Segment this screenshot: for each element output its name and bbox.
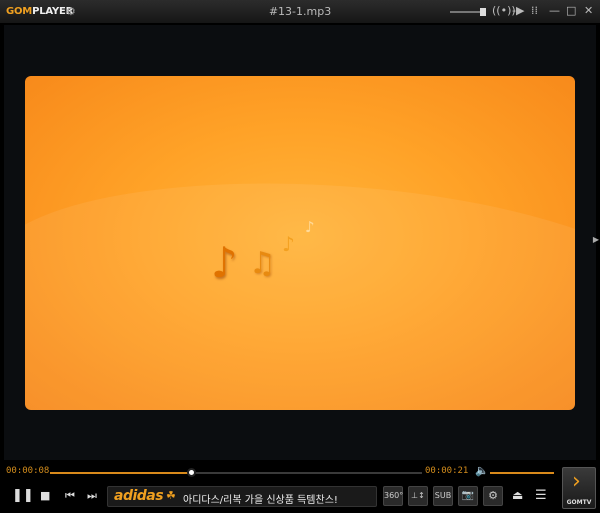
ad-banner[interactable]: adidas ☘ 아디다스/리복 가을 신상품 득템찬스!	[107, 486, 377, 507]
music-note-icon: ♪	[211, 238, 238, 287]
ad-brand: adidas	[114, 488, 164, 504]
previous-button[interactable]: ⏮	[65, 489, 75, 503]
minimize-icon[interactable]: —	[549, 4, 560, 17]
side-panel-toggle-icon[interactable]: ▶	[593, 235, 599, 244]
menu-button[interactable]: ☰	[535, 488, 547, 503]
view-360-button[interactable]: 360°	[383, 486, 403, 506]
gomtv-button[interactable]: › GOMTV	[562, 467, 596, 509]
total-time: 00:00:21	[425, 466, 469, 476]
volume-slider[interactable]	[490, 472, 554, 474]
close-icon[interactable]: ✕	[584, 4, 593, 17]
music-notes-icon: ♫	[249, 246, 276, 281]
music-note-icon: ♪	[282, 232, 295, 256]
stop-button[interactable]: ■	[40, 489, 50, 502]
equalizer-button[interactable]: ⊥↕	[408, 486, 428, 506]
current-time: 00:00:08	[6, 466, 50, 476]
playlist-icon[interactable]: ⁞⁞	[531, 4, 538, 17]
pause-button[interactable]: ❚❚	[12, 488, 34, 503]
gomtv-label: GOMTV	[566, 499, 592, 506]
volume-level	[490, 472, 554, 474]
subtitle-button[interactable]: SUB	[433, 486, 453, 506]
volume-icon[interactable]: 🔈	[475, 464, 489, 477]
seek-bar-row: 00:00:08 00:00:21 🔈	[0, 462, 560, 482]
next-button[interactable]: ⏭	[87, 489, 97, 503]
seek-track[interactable]	[50, 472, 422, 474]
maximize-icon[interactable]: □	[566, 4, 576, 17]
capture-button[interactable]: 📷	[458, 486, 478, 506]
effects-button[interactable]: ⚙	[483, 486, 503, 506]
mini-volume-knob[interactable]	[480, 8, 486, 16]
control-bar: ❚❚ ■ ⏮ ⏭ adidas ☘ 아디다스/리복 가을 신상품 득템찬스! 3…	[0, 483, 560, 511]
chevron-right-icon: ›	[572, 469, 581, 494]
background-wave	[25, 161, 575, 410]
music-note-icon: ♪	[305, 218, 315, 236]
title-bar[interactable]: GOMPLAYER ⚙ #13-1.mp3 ((•)) -▶ ⁞⁞ — □ ✕	[0, 0, 600, 24]
trefoil-icon: ☘	[166, 489, 176, 502]
audio-visualization[interactable]: ♪ ♫ ♪ ♪	[25, 76, 575, 410]
eject-button[interactable]: ⏏	[512, 488, 523, 502]
ad-text: 아디다스/리복 가을 신상품 득템찬스!	[183, 495, 338, 506]
pin-icon[interactable]: -▶	[512, 4, 524, 17]
seek-handle[interactable]	[187, 468, 197, 477]
seek-progress	[50, 472, 192, 474]
